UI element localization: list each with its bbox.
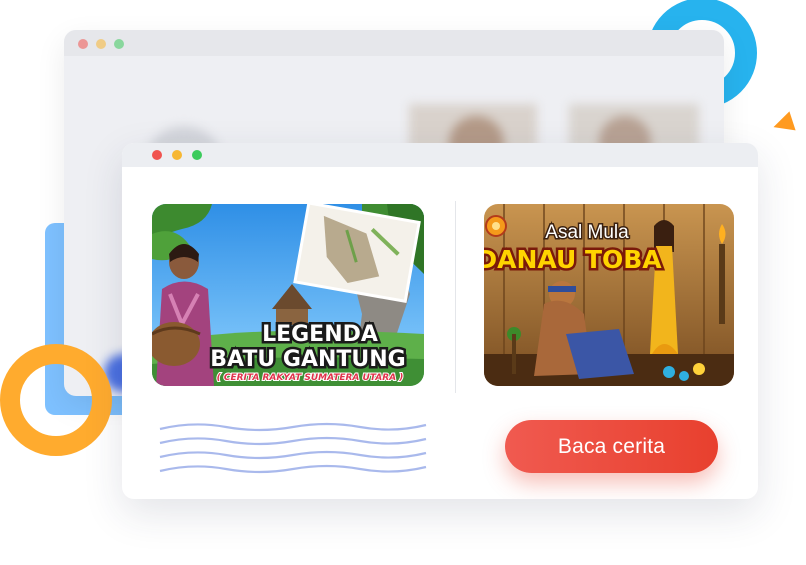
maximize-dot-icon [114,39,124,49]
card2-title-line2: DANAU TOBA [484,245,662,274]
window-titlebar [122,143,758,167]
close-dot-icon [78,39,88,49]
wave-lines-decoration [159,422,427,474]
batu-gantung-illustration: LEGENDA BATU GANTUNG ( CERITA RAKYAT SUM… [152,204,424,386]
decorative-triangle [770,111,796,137]
close-dot-icon[interactable] [152,150,162,160]
background-window-titlebar [64,30,724,56]
decorative-ring-orange [0,344,112,456]
maximize-dot-icon[interactable] [192,150,202,160]
danau-toba-illustration: Asal Mula DANAU TOBA [484,204,734,386]
read-story-button[interactable]: Baca cerita [505,420,718,473]
story-window: LEGENDA BATU GANTUNG ( CERITA RAKYAT SUM… [122,143,758,499]
minimize-dot-icon [96,39,106,49]
card1-title-line1: LEGENDA [262,322,378,347]
card1-title-line2: BATU GANTUNG [210,347,405,372]
card-divider [455,201,456,393]
story-card-danau-toba[interactable]: Asal Mula DANAU TOBA [484,204,734,386]
card1-subtitle: ( CERITA RAKYAT SUMATERA UTARA ) [217,373,404,383]
card2-title-line1: Asal Mula [545,222,629,243]
story-card-batu-gantung[interactable]: LEGENDA BATU GANTUNG ( CERITA RAKYAT SUM… [152,204,424,386]
minimize-dot-icon[interactable] [172,150,182,160]
